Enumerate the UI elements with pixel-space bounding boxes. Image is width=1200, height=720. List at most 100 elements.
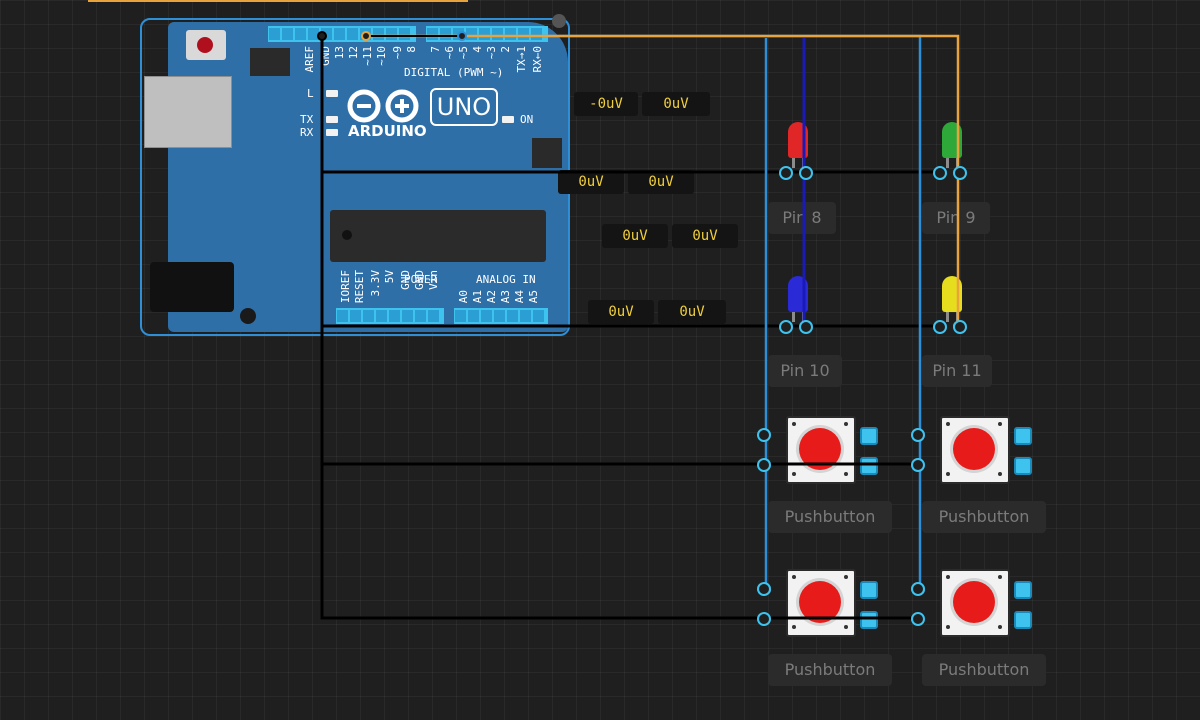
digital-pin-label-10: ~5 [457,46,470,60]
analog-pin-label-5: A5 [527,290,540,304]
rx-led [326,129,338,136]
pushbutton-pin[interactable] [860,581,878,599]
pushbutton-pin[interactable] [1014,581,1032,599]
led-bulb [942,122,962,158]
component-terminal[interactable] [933,320,947,334]
atmega-chip [330,210,546,262]
voltmeter-2-left[interactable]: 0uV [558,170,624,194]
voltmeter-1-right[interactable]: 0uV [642,92,710,116]
l-led [326,90,338,97]
pushbutton-pin[interactable] [860,427,878,445]
voltmeter-4-right[interactable]: 0uV [658,300,726,324]
power-pin-label-2: 3.3V [369,270,382,297]
component-terminal[interactable] [799,166,813,180]
icsp-header-top [250,48,290,76]
component-terminal[interactable] [779,320,793,334]
pushbutton-1[interactable] [786,416,856,486]
power-pin-label-4: GND [399,270,412,290]
simulation-canvas[interactable]: AREF GND 13 12 ~11 ~10 ~9 8 7 ~6 ~5 4 ~3 2 TX→1 RX←0 DI… [0,0,1200,720]
digital-pin-label-7: 8 [405,46,418,53]
component-terminal[interactable] [953,166,967,180]
analog-pin-label-2: A2 [485,290,498,304]
power-pin-label-0: IOREF [339,270,352,304]
mounting-hole [552,14,566,28]
pushbutton-pin[interactable] [860,611,878,629]
pushbutton-2[interactable] [940,416,1010,486]
led-bulb [788,276,808,312]
reset-button[interactable] [186,30,226,60]
analog-pin-label-0: A0 [457,290,470,304]
digital-pin-label-8: 7 [429,46,442,53]
digital-pin-label-6: ~9 [391,46,404,60]
component-terminal[interactable] [779,166,793,180]
voltmeter-3-left[interactable]: 0uV [602,224,668,248]
digital-pin-label-15: RX←0 [531,46,544,73]
digital-pin-label-4: ~11 [361,46,374,66]
digital-pin-label-11: 4 [471,46,484,53]
tx-led [326,116,338,123]
component-terminal[interactable] [757,428,771,442]
mounting-hole [240,308,256,324]
digital-pin-label-12: ~3 [485,46,498,60]
dc-power-jack [150,262,234,312]
pushbutton-label-4[interactable]: Pushbutton [922,654,1046,686]
on-led-label: ON [520,113,534,126]
component-terminal[interactable] [911,428,925,442]
voltmeter-4-left[interactable]: 0uV [588,300,654,324]
led-label-pin-9[interactable]: Pin 9 [922,202,990,234]
component-terminal[interactable] [911,612,925,626]
digital-pin-label-5: ~10 [375,46,388,66]
voltmeter-2-right[interactable]: 0uV [628,170,694,194]
board-model-label: UNO [430,88,498,126]
digital-pin-label-9: ~6 [443,46,456,60]
component-terminal[interactable] [933,166,947,180]
pushbutton-label-1[interactable]: Pushbutton [768,501,892,533]
digital-pin-label-13: 2 [499,46,512,53]
component-terminal[interactable] [911,458,925,472]
board-brand-label: ARDUINO [348,122,427,140]
component-terminal[interactable] [757,612,771,626]
voltmeter-1-left[interactable]: -0uV [574,92,638,116]
digital-header-left[interactable] [268,26,416,42]
pushbutton-label-3[interactable]: Pushbutton [768,654,892,686]
digital-pin-label-1: GND [319,46,332,66]
analog-pin-label-1: A1 [471,290,484,304]
pushbutton-pin[interactable] [1014,457,1032,475]
digital-pin-label-2: 13 [333,46,346,60]
pushbutton-3[interactable] [786,569,856,639]
power-pin-label-6: Vin [427,270,440,290]
led-label-pin-11[interactable]: Pin 11 [922,355,992,387]
component-terminal[interactable] [757,458,771,472]
power-pin-label-3: 5V [383,270,396,284]
rx-led-label: RX [300,126,314,139]
component-terminal[interactable] [911,582,925,596]
led-bulb [942,276,962,312]
power-pin-label-5: GND [413,270,426,290]
component-terminal[interactable] [757,582,771,596]
power-pin-label-1: RESET [353,270,366,304]
digital-pin-label-0: AREF [303,46,316,73]
icsp-header-right [532,138,562,168]
power-led [502,116,514,123]
tx-led-label: TX [300,113,314,126]
led-label-pin-8[interactable]: Pin 8 [768,202,836,234]
pushbutton-pin[interactable] [860,457,878,475]
led-bulb [788,122,808,158]
usb-port [144,76,232,148]
selected-component-strip [88,0,468,2]
digital-pin-label-14: TX→1 [515,46,528,73]
power-header[interactable] [336,308,444,324]
digital-pin-label-3: 12 [347,46,360,60]
pushbutton-pin[interactable] [1014,427,1032,445]
pushbutton-4[interactable] [940,569,1010,639]
analog-header-label: ANALOG IN [476,273,536,286]
analog-header[interactable] [454,308,548,324]
voltmeter-3-right[interactable]: 0uV [672,224,738,248]
component-terminal[interactable] [953,320,967,334]
pushbutton-pin[interactable] [1014,611,1032,629]
pushbutton-label-2[interactable]: Pushbutton [922,501,1046,533]
analog-pin-label-3: A3 [499,290,512,304]
digital-header-right[interactable] [426,26,548,42]
led-label-pin-10[interactable]: Pin 10 [768,355,842,387]
component-terminal[interactable] [799,320,813,334]
